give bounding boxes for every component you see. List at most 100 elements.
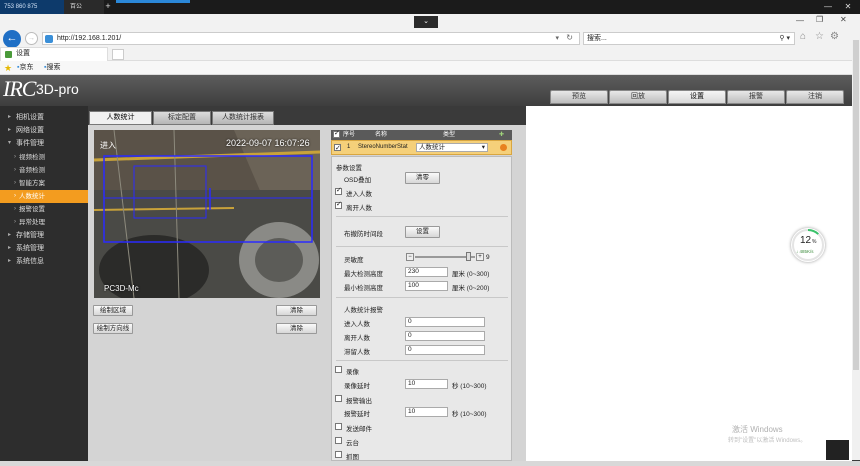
divider: [336, 297, 508, 298]
record-delay-input[interactable]: 10: [405, 379, 448, 389]
search-icon[interactable]: ⚲ ▾: [779, 33, 790, 44]
subtab-calibration[interactable]: 标定配置: [153, 111, 211, 125]
sidebar-item-video-detect[interactable]: › 视频检测: [0, 151, 88, 164]
subtab-report[interactable]: 人数统计报表: [212, 111, 274, 125]
chevron-down-icon: ▾: [8, 140, 12, 146]
alarm-delay-unit: 秒 (10~300): [452, 411, 487, 418]
draw-direction-button[interactable]: 绘制方向线: [93, 323, 133, 334]
dropdown-icon[interactable]: ▾: [555, 33, 559, 44]
chevron-right-icon: ▸: [8, 258, 12, 264]
rule-row[interactable]: 1 StereoNumberStat 人数统计▾: [331, 140, 512, 155]
rule-row-checkbox[interactable]: [334, 142, 341, 155]
page-scrollbar[interactable]: [852, 40, 860, 460]
close-icon[interactable]: ✕: [840, 15, 847, 24]
video-timestamp: 2022-09-07 16:07:26: [226, 138, 310, 148]
scrollbar-thumb[interactable]: [853, 40, 859, 370]
sidebar-item-camera[interactable]: ▸ 相机设置: [0, 111, 88, 124]
osd-reset-button[interactable]: 清零: [405, 172, 440, 184]
sidebar-item-people-count[interactable]: › 人数统计: [0, 190, 88, 203]
settings-gear-icon[interactable]: ⚙: [830, 31, 839, 42]
browser-tab-settings[interactable]: 设置: [0, 47, 108, 61]
delete-rule-icon[interactable]: [500, 144, 507, 151]
schedule-set-button[interactable]: 设置: [405, 226, 440, 238]
minimize-icon[interactable]: —: [796, 16, 804, 25]
favorites-star-icon[interactable]: ☆: [815, 31, 824, 42]
sidebar-item-audio-detect[interactable]: › 音频检测: [0, 164, 88, 177]
leave-num-input[interactable]: 0: [405, 331, 485, 341]
select-all-checkbox[interactable]: [333, 129, 340, 139]
enter-num-input[interactable]: 0: [405, 317, 485, 327]
new-tab-button[interactable]: [112, 49, 124, 60]
chevron-right-icon: ›: [14, 167, 16, 173]
sensitivity-slider-thumb[interactable]: [466, 252, 471, 261]
sidebar-item-network[interactable]: ▸ 网络设置: [0, 124, 88, 137]
nav-tab-alarm[interactable]: 报警: [727, 90, 785, 104]
chevron-down-icon[interactable]: ⌄: [414, 16, 438, 28]
sensitivity-label: 灵敏度: [344, 257, 364, 264]
chevron-right-icon: ›: [14, 206, 16, 212]
sidebar-item-smart-plan[interactable]: › 智能方案: [0, 177, 88, 190]
app-logo: IRC: [3, 76, 36, 101]
url-text: http://192.168.1.201/: [57, 35, 122, 42]
sidebar-item-storage[interactable]: ▸ 存储管理: [0, 229, 88, 242]
favorites-star-icon[interactable]: ★: [4, 61, 12, 75]
record-checkbox[interactable]: [335, 366, 342, 373]
video-corner-label: 进入: [100, 141, 116, 150]
sidebar-item-exception[interactable]: › 异常处理: [0, 216, 88, 229]
clear-area-button[interactable]: 清除: [276, 305, 317, 316]
restore-icon[interactable]: ❐: [816, 15, 823, 24]
sidebar-item-sysinfo[interactable]: ▸ 系统信息: [0, 255, 88, 268]
sensitivity-value: 9: [486, 254, 490, 261]
record-delay-unit: 秒 (10~300): [452, 383, 487, 390]
max-height-input[interactable]: 230: [405, 267, 448, 277]
url-field[interactable]: http://192.168.1.201/ ▾ ↻: [42, 32, 580, 45]
refresh-icon[interactable]: ↻: [566, 32, 573, 43]
rule-type-select[interactable]: 人数统计 ▾: [416, 143, 488, 152]
max-height-label: 最大检测高度: [344, 271, 383, 278]
forward-icon[interactable]: →: [25, 32, 38, 45]
ptz-checkbox[interactable]: [335, 437, 342, 444]
search-input[interactable]: 搜索... ⚲ ▾: [583, 32, 795, 45]
chevron-right-icon: ›: [14, 193, 16, 199]
video-preview[interactable]: 进入: [94, 130, 320, 298]
close-window-button[interactable]: ✕: [838, 0, 858, 14]
browser-tab-row: [0, 47, 860, 61]
home-icon[interactable]: ⌂: [800, 31, 806, 42]
sidebar-item-event[interactable]: ▾ 事件管理: [0, 137, 88, 150]
alarm-delay-input[interactable]: 10: [405, 407, 448, 417]
subtab-people-count[interactable]: 人数统计: [89, 111, 152, 125]
snapshot-checkbox[interactable]: [335, 451, 342, 458]
sidebar-item-system[interactable]: ▸ 系统管理: [0, 242, 88, 255]
sensitivity-plus-button[interactable]: +: [476, 253, 484, 261]
right-blank-area: [526, 106, 852, 461]
sidebar-item-alarm-settings[interactable]: › 报警设置: [0, 203, 88, 216]
enter-count-checkbox[interactable]: [335, 186, 342, 195]
record-delay-label: 录像延时: [344, 383, 370, 390]
nav-tab-playback[interactable]: 回放: [609, 90, 667, 104]
min-height-input[interactable]: 100: [405, 281, 448, 291]
os-tab-b[interactable]: 百公: [64, 0, 104, 14]
nav-tab-preview[interactable]: 预览: [550, 90, 608, 104]
corner-widget[interactable]: [826, 440, 849, 460]
sensitivity-minus-button[interactable]: −: [406, 253, 414, 261]
minimize-button[interactable]: —: [818, 0, 838, 14]
stay-num-input[interactable]: 0: [405, 345, 485, 355]
col-name: 名称: [375, 132, 388, 138]
leave-count-checkbox[interactable]: [335, 200, 342, 209]
fav-item-search[interactable]: ▪搜索: [44, 61, 60, 75]
draw-area-button[interactable]: 绘制区域: [93, 305, 133, 316]
nav-tab-logout[interactable]: 注销: [786, 90, 844, 104]
osd-label: OSD叠加: [344, 177, 372, 184]
clear-direction-button[interactable]: 清除: [276, 323, 317, 334]
os-tab-a[interactable]: 753 860 875: [0, 0, 64, 14]
chevron-right-icon: ›: [14, 219, 16, 225]
chevron-right-icon: ▸: [8, 232, 12, 238]
nav-tab-settings[interactable]: 设置: [668, 90, 726, 104]
email-checkbox[interactable]: [335, 423, 342, 430]
add-rule-icon[interactable]: ✚: [499, 130, 504, 140]
fav-item-jd[interactable]: ▪京东: [17, 61, 33, 75]
back-icon[interactable]: ←: [3, 30, 21, 48]
alarm-out-checkbox[interactable]: [335, 395, 342, 402]
divider: [336, 246, 508, 247]
os-new-tab-button[interactable]: +: [102, 0, 114, 14]
